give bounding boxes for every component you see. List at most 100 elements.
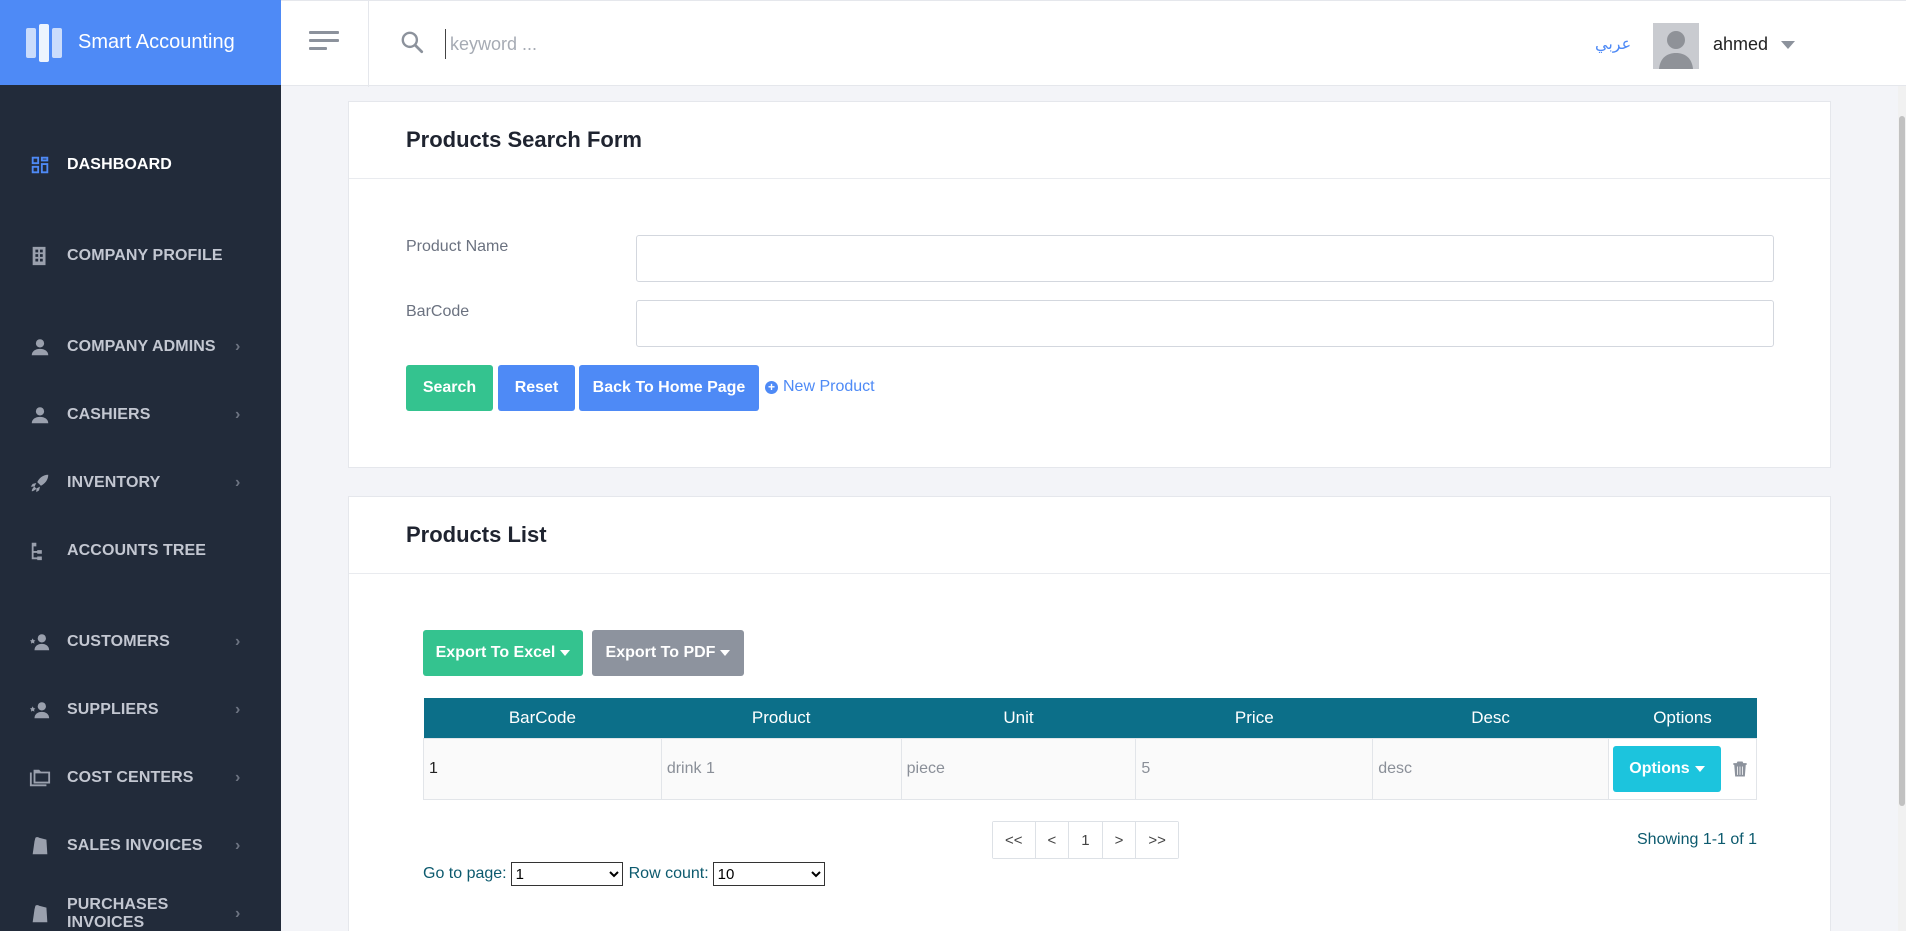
caret-down-icon [1694,765,1705,772]
reset-button[interactable]: Reset [498,365,575,411]
pagination-next[interactable]: > [1102,822,1137,858]
page-controls: Go to page: 1 Row count: 10 [423,862,831,886]
chevron-right-icon: › [235,406,241,423]
column-header-unit[interactable]: Unit [901,698,1136,738]
barcode-input[interactable] [636,300,1774,347]
table-row: 1 drink 1 piece 5 desc Options [423,737,1758,800]
chevron-right-icon: › [235,633,241,650]
card-header: Products List [349,497,1830,574]
brand-header[interactable]: Smart Accounting [0,0,281,85]
sidebar-item-company-profile[interactable]: COMPANY PROFILE [0,236,281,276]
cell-unit: piece [900,737,1137,800]
scrollbar-thumb[interactable] [1899,116,1905,806]
row-options-button[interactable]: Options [1612,745,1721,792]
cell-desc: desc [1372,737,1609,800]
search-form-title: Products Search Form [406,127,642,152]
pagination-first[interactable]: << [993,822,1036,858]
sidebar-item-label: COMPANY PROFILE [67,247,223,264]
sidebar-item-label: SALES INVOICES [67,837,203,854]
back-to-home-button[interactable]: Back To Home Page [579,365,759,411]
person-star-icon [28,698,52,722]
pagination-last[interactable]: >> [1136,822,1178,858]
person-icon [28,335,52,359]
table-header-row: BarCode Product Unit Price Desc Options [423,698,1757,738]
column-header-barcode[interactable]: BarCode [423,698,662,738]
cell-barcode: 1 [423,737,662,800]
language-switch-link[interactable]: عربي [1595,34,1631,54]
column-header-price[interactable]: Price [1135,698,1373,738]
sidebar-item-company-admins[interactable]: COMPANY ADMINS › [0,327,281,367]
card-header: Products Search Form [349,102,1830,179]
cell-price: 5 [1135,737,1374,800]
chevron-right-icon: › [235,474,241,491]
shopping-bag-icon [28,902,52,926]
sidebar-item-purchases-invoices[interactable]: PURCHASES INVOICES › [0,894,281,931]
products-list-card: Products List Export To Excel Export To … [348,496,1831,931]
caret-down-icon[interactable] [1781,41,1795,49]
column-header-desc[interactable]: Desc [1372,698,1609,738]
search-input[interactable] [445,29,945,59]
sidebar-item-label: DASHBOARD [67,156,172,173]
rocket-icon [28,471,52,495]
sidebar-item-inventory[interactable]: INVENTORY › [0,463,281,503]
sidebar-item-suppliers[interactable]: SUPPLIERS › [0,690,281,730]
dashboard-icon [28,153,52,177]
sidebar-item-cost-centers[interactable]: COST CENTERS › [0,758,281,798]
user-name[interactable]: ahmed [1713,34,1768,55]
export-excel-button[interactable]: Export To Excel [423,630,583,676]
chevron-right-icon: › [235,905,241,922]
shopping-bag-icon [28,834,52,858]
cell-options: Options [1607,737,1758,800]
row-count-select[interactable]: 10 [712,862,825,886]
caret-down-icon [560,650,571,656]
new-product-label: New Product [783,378,875,395]
new-product-link[interactable]: + New Product [765,378,875,396]
plus-circle-icon: + [765,380,778,394]
sidebar-item-accounts-tree[interactable]: ACCOUNTS TREE [0,531,281,571]
sidebar-item-cashiers[interactable]: CASHIERS › [0,395,281,435]
product-name-label: Product Name [406,238,509,255]
sidebar-item-label: CASHIERS [67,406,151,423]
goto-page-label: Go to page: [423,865,507,882]
export-pdf-label: Export To PDF [605,644,716,661]
sidebar-item-label: CUSTOMERS [67,633,170,650]
column-header-options: Options [1608,698,1757,738]
pagination-prev[interactable]: < [1035,822,1070,858]
chevron-right-icon: › [235,701,241,718]
chevron-right-icon: › [235,769,241,786]
chevron-right-icon: › [235,338,241,355]
column-header-product[interactable]: Product [661,698,902,738]
goto-page-select[interactable]: 1 [510,862,623,886]
row-options-label: Options [1629,759,1690,777]
cell-product: drink 1 [660,737,902,800]
export-excel-label: Export To Excel [435,644,556,661]
trash-icon[interactable] [1727,746,1753,792]
sidebar-item-label: COST CENTERS [67,769,194,786]
sidebar-item-customers[interactable]: CUSTOMERS › [0,622,281,662]
caret-down-icon [720,650,731,656]
menu-toggle-icon[interactable] [309,31,339,55]
search-form-card: Products Search Form Product Name BarCod… [348,101,1831,468]
chevron-right-icon: › [235,837,241,854]
showing-count: Showing 1-1 of 1 [1637,831,1758,848]
search-icon [401,31,424,54]
topbar: عربي ahmed [281,0,1906,87]
person-star-icon [28,630,52,654]
avatar[interactable] [1653,23,1699,69]
sidebar-item-sales-invoices[interactable]: SALES INVOICES › [0,826,281,866]
search-button[interactable]: Search [406,365,493,411]
product-name-input[interactable] [636,235,1774,282]
export-pdf-button[interactable]: Export To PDF [592,630,744,676]
products-table: BarCode Product Unit Price Desc Options … [423,698,1758,800]
barcode-label: BarCode [406,303,470,320]
sidebar-item-label: SUPPLIERS [67,701,159,718]
page-scrollbar[interactable] [1898,86,1906,931]
folders-icon [28,766,52,790]
sidebar-item-label: COMPANY ADMINS [67,338,216,355]
topbar-divider [368,1,369,87]
pagination-page[interactable]: 1 [1069,822,1103,858]
pagination: << < 1 > >> [992,821,1179,859]
products-list-title: Products List [406,522,547,547]
sidebar-item-dashboard[interactable]: DASHBOARD [0,145,281,185]
sidebar-item-label: INVENTORY [67,474,161,491]
